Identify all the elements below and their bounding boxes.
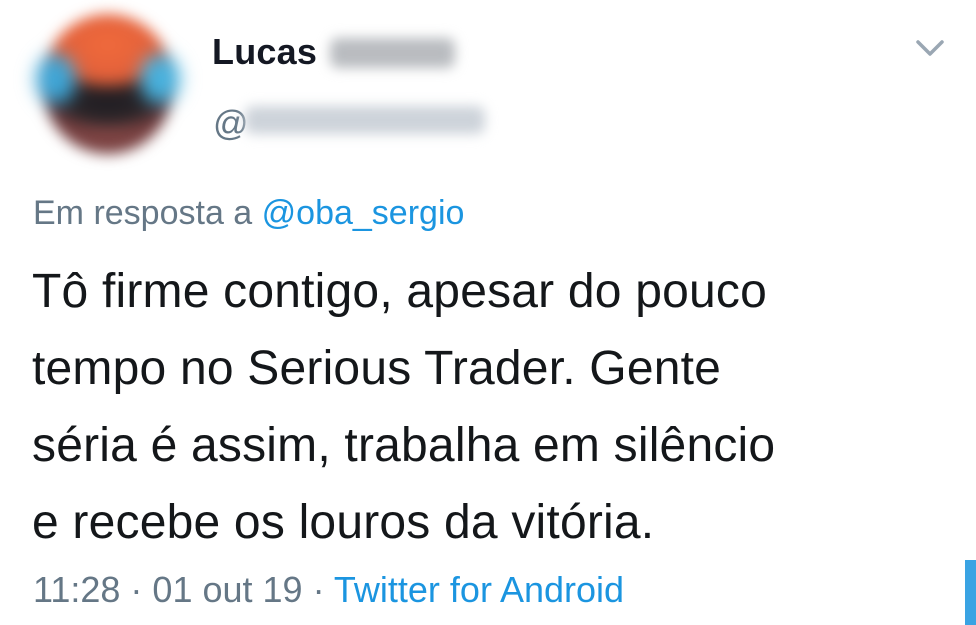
author-name[interactable]: Lucas — [212, 31, 317, 73]
reply-context: Em resposta a @oba_sergio — [33, 194, 464, 233]
author-handle[interactable]: @ — [213, 104, 249, 144]
author-name-redacted — [330, 38, 455, 68]
tweet-text-line: tempo no Serious Trader. Gente — [32, 342, 722, 395]
tweet-text: Tô firme contigo, apesar do pouco tempo … — [32, 253, 962, 561]
reply-prefix: Em resposta a — [33, 194, 262, 232]
tweet-time: 11:28 — [33, 569, 121, 610]
meta-separator: · — [120, 569, 153, 610]
author-handle-redacted — [245, 106, 485, 134]
tweet-text-line: Tô firme contigo, apesar do pouco — [32, 265, 768, 318]
meta-separator: · — [302, 569, 334, 610]
avatar[interactable] — [42, 14, 174, 154]
scrollbar[interactable] — [965, 560, 976, 625]
reply-mention-link[interactable]: @oba_sergio — [262, 194, 465, 232]
tweet-meta: 11:28 · 01 out 19 · Twitter for Android — [33, 569, 624, 611]
chevron-down-icon[interactable] — [915, 38, 945, 58]
tweet-text-line: e recebe os louros da vitória. — [32, 496, 655, 549]
tweet-date: 01 out 19 — [152, 569, 303, 610]
tweet-source-link[interactable]: Twitter for Android — [334, 569, 624, 610]
tweet-text-line: séria é assim, trabalha em silêncio — [32, 419, 776, 472]
